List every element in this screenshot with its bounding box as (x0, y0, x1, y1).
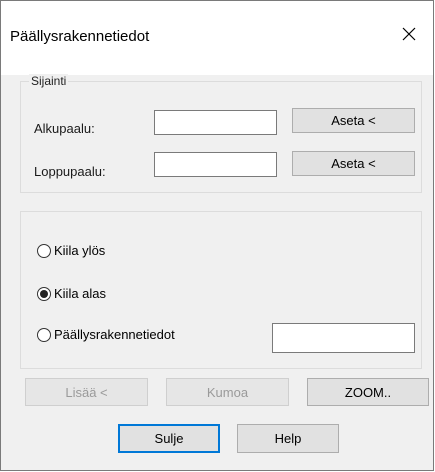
dialog-window: Päällysrakennetiedot Sijainti Alkupaalu:… (0, 0, 434, 471)
close-button[interactable] (391, 16, 427, 52)
title-bar: Päällysrakennetiedot (1, 1, 433, 75)
radio-kiila-alas[interactable]: Kiila alas (37, 286, 106, 301)
radio-unselected-icon (37, 327, 51, 342)
zoom-button[interactable]: ZOOM.. (307, 378, 429, 406)
help-button[interactable]: Help (237, 424, 339, 453)
add-button[interactable]: Lisää < (25, 378, 148, 406)
end-input[interactable] (154, 152, 277, 177)
paallysrakennetiedot-input[interactable] (272, 323, 415, 353)
radio-paallysrakennetiedot-label: Päällysrakennetiedot (54, 327, 175, 342)
start-set-button[interactable]: Aseta < (292, 108, 415, 133)
radio-paallysrakennetiedot[interactable]: Päällysrakennetiedot (37, 327, 175, 342)
end-set-button[interactable]: Aseta < (292, 151, 415, 176)
location-legend: Sijainti (29, 74, 69, 88)
undo-button[interactable]: Kumoa (166, 378, 289, 406)
start-input[interactable] (154, 110, 277, 135)
end-label: Loppupaalu: (34, 164, 106, 179)
close-dialog-button[interactable]: Sulje (118, 424, 220, 453)
radio-kiila-alas-label: Kiila alas (54, 286, 107, 301)
radio-unselected-icon (37, 243, 51, 258)
radio-kiila-ylos[interactable]: Kiila ylös (37, 243, 105, 258)
close-icon (402, 27, 416, 41)
start-label: Alkupaalu: (34, 121, 95, 136)
radio-kiila-ylos-label: Kiila ylös (54, 243, 106, 258)
radio-selected-icon (37, 286, 51, 301)
window-title: Päällysrakennetiedot (10, 28, 150, 45)
